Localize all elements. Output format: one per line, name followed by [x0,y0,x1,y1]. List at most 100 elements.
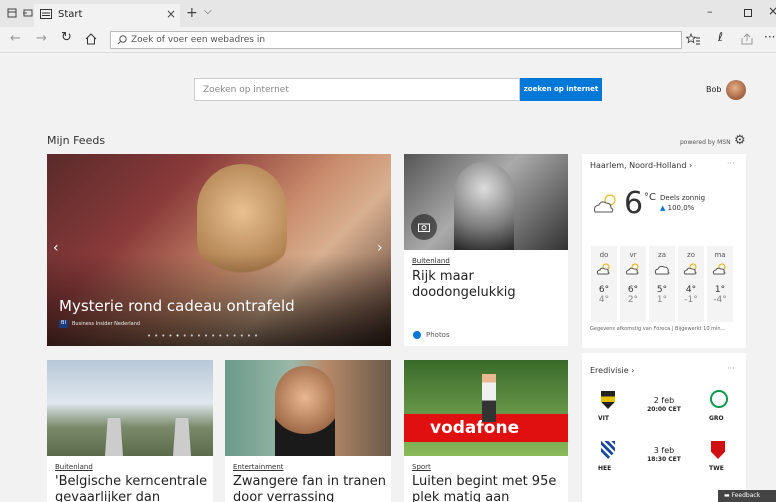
start-page-icon [40,9,52,19]
forecast-high: 5° [656,285,668,295]
weather-credit[interactable]: Gegevens afkomstig van Foreca | Bijgewer… [590,326,725,332]
twente-logo-icon [711,441,725,459]
chevron-down-icon[interactable]: ⌵ [204,6,212,17]
forecast-day-name: do [599,251,609,259]
league-more-icon[interactable]: ··· [727,364,735,373]
user-name[interactable]: Bob [706,85,721,94]
forecast-day-name: ma [714,251,726,259]
match-home-team[interactable]: HEE [598,465,611,472]
article-card-1[interactable]: Buitenland 'Belgische kerncentrale gevaa… [47,360,213,502]
partly-sunny-icon [592,192,620,214]
partly-sunny-icon [683,263,699,275]
match-time: 18:30 CET [647,456,681,463]
hero-source: Business Insider Nederland [72,321,141,327]
forecast-day-name: za [658,251,666,259]
vitesse-logo-icon [601,391,615,409]
side-article-image [404,154,568,250]
close-window-icon[interactable]: × [768,4,776,18]
partly-sunny-icon [712,263,728,275]
forecast-low: -1° [684,295,698,305]
search-icon [117,35,127,45]
forecast-day-name: vr [629,251,637,259]
weather-precip: ▲ 100,0% [660,204,695,212]
carousel-next-icon[interactable]: › [377,240,383,256]
forecast-day[interactable]: za 5° 1° [649,246,675,322]
more-icon[interactable]: ··· [764,30,775,44]
article-image-1 [47,360,213,456]
forecast-day[interactable]: do 6° 4° [591,246,617,322]
article-headline[interactable]: Rijk maar doodongelukkig [412,269,562,301]
forecast-day[interactable]: ma 1° -4° [707,246,733,322]
back-icon[interactable]: ← [10,31,21,46]
golfer-figure [482,374,496,422]
tab-bar: Start × + ⌵ – × [0,0,776,27]
forecast-low: 4° [598,295,610,305]
weather-location[interactable]: Haarlem, Noord-Holland › [590,161,692,170]
carousel-prev-icon[interactable]: ‹ [53,240,59,256]
match-away-team[interactable]: TWE [709,465,724,472]
weather-unit: °C [644,192,656,203]
article-image-3: vodafone [404,360,568,456]
search-input[interactable]: Zoeken op internet [194,78,520,101]
match-home-team[interactable]: VIT [598,415,609,422]
hero-headline[interactable]: Mysterie rond cadeau ontrafeld [59,297,295,315]
settings-gear-icon[interactable]: ⚙ [734,133,746,148]
powered-by[interactable]: powered by MSN [680,139,731,146]
cloud-icon [654,263,670,275]
match-date[interactable]: 3 feb [632,446,696,455]
new-tab-icon[interactable]: + [186,5,198,21]
source-logo: BI [59,320,68,328]
forward-icon[interactable]: → [36,31,47,46]
league-title[interactable]: Eredivisie › [590,366,634,375]
match-away-team[interactable]: GRO [709,415,724,422]
feeds-title: Mijn Feeds [47,134,106,147]
notes-icon[interactable]: ℓ [718,30,723,44]
forecast-high: 1° [714,285,726,295]
heerenveen-logo-icon [601,441,615,459]
maximize-icon[interactable] [744,9,752,17]
forecast-high: 6° [627,285,639,295]
league-card[interactable]: Eredivisie › ··· VIT GRO 2 feb 20:00 CET HEE… [582,353,746,502]
partly-sunny-icon [596,263,612,275]
article-tag[interactable]: Buitenland [412,257,450,265]
match-time: 20:00 CET [647,406,681,413]
weather-condition: Deels zonnig [660,194,706,202]
carousel-dots[interactable]: •••••••••••••••• [147,332,261,340]
feedback-button[interactable]: ▬ Feedback [718,490,776,502]
weather-temp: 6 [624,186,644,221]
forecast-low: -4° [713,295,727,305]
match-date[interactable]: 2 feb [632,396,696,405]
article-card-3[interactable]: vodafone Sport Luiten begint met 95e ple… [404,360,568,502]
favorites-icon[interactable] [686,33,700,45]
article-headline[interactable]: Luiten begint met 95e plek matig aan toe… [412,474,564,502]
article-image-2 [225,360,391,456]
minimize-icon[interactable]: – [707,5,713,18]
weather-card[interactable]: Haarlem, Noord-Holland › ··· 6 °C Deels … [582,154,746,348]
tab-manager-icon[interactable] [6,7,18,19]
article-card-2[interactable]: Entertainment Zwangere fan in tranen doo… [225,360,391,502]
hero-article[interactable]: ‹ › Mysterie rond cadeau ontrafeld BI Bu… [47,154,391,346]
address-bar[interactable]: Zoek of voer een webadres in [110,31,682,49]
article-tag[interactable]: Buitenland [55,463,93,471]
forecast-day[interactable]: zo 4° -1° [678,246,704,322]
address-input[interactable]: Zoek of voer een webadres in [131,35,265,45]
forecast-day[interactable]: vr 6° 2° [620,246,646,322]
tab-start[interactable]: Start × [34,4,180,27]
home-icon[interactable] [85,33,97,45]
avatar[interactable] [726,80,746,100]
article-headline[interactable]: 'Belgische kerncentrale gevaarlijker dan… [55,474,213,502]
search-button[interactable]: zoeken op internet [520,78,602,101]
forecast-day-name: zo [687,251,695,259]
tab-title: Start [58,9,83,20]
forecast-low: 2° [627,295,639,305]
share-icon[interactable] [741,33,753,45]
weather-more-icon[interactable]: ··· [727,159,735,168]
refresh-icon[interactable]: ↻ [61,30,72,45]
article-tag[interactable]: Entertainment [233,463,284,471]
photos-icon [413,331,421,339]
side-article[interactable]: Buitenland Rijk maar doodongelukkig Phot… [404,154,568,346]
close-tab-icon[interactable]: × [166,7,176,21]
article-headline[interactable]: Zwangere fan in tranen door verrassing [233,474,391,502]
article-tag[interactable]: Sport [412,463,431,471]
set-aside-tabs-icon[interactable] [22,7,34,19]
